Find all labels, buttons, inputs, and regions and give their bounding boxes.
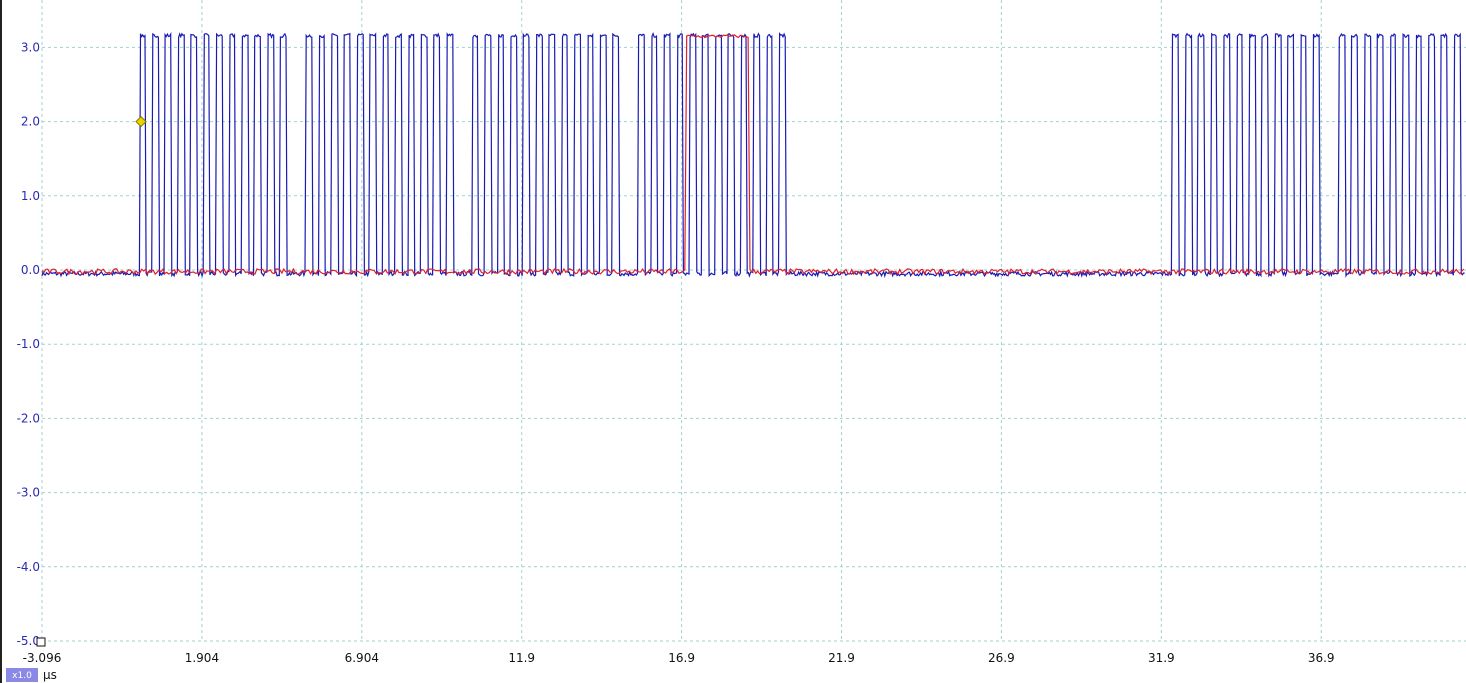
x-tick-label: 6.904 xyxy=(345,651,379,665)
y-tick-label: 1.0 xyxy=(21,189,40,203)
y-tick-label: -2.0 xyxy=(17,411,40,425)
zoom-label: x1.0 xyxy=(12,671,32,681)
y-tick-label: 0.0 xyxy=(21,263,40,277)
x-unit-label: μs xyxy=(43,668,57,682)
x-tick-label: 31.9 xyxy=(1148,651,1175,665)
y-tick-label: -1.0 xyxy=(17,337,40,351)
y-tick-label: 2.0 xyxy=(21,115,40,129)
x-tick-label: 16.9 xyxy=(668,651,695,665)
y-tick-label: 3.0 xyxy=(21,40,40,54)
y-tick-label: -5.0 xyxy=(17,634,40,648)
x-tick-label: 21.9 xyxy=(828,651,855,665)
x-tick-label: 36.9 xyxy=(1308,651,1335,665)
markers xyxy=(135,115,147,128)
traces xyxy=(41,31,1465,279)
x-tick-label: -3.096 xyxy=(23,651,62,665)
origin-marker[interactable] xyxy=(36,637,46,647)
x-tick-label: 11.9 xyxy=(508,651,535,665)
y-tick-label: -3.0 xyxy=(17,486,40,500)
y-axis: 3.0 2.0 1.0 0.0 -1.0 -2.0 -3.0 -4.0 -5.0 xyxy=(17,40,40,648)
series-line-1 xyxy=(41,31,1465,279)
oscilloscope-chart: 3.0 2.0 1.0 0.0 -1.0 -2.0 -3.0 -4.0 -5.0 -3.096 1… xyxy=(0,0,1466,683)
y-tick-label: -4.0 xyxy=(17,560,40,574)
x-tick-label: 26.9 xyxy=(988,651,1015,665)
x-axis: -3.096 1.904 6.904 11.9 16.9 21.9 26.9 31.9 36.9 xyxy=(23,651,1335,665)
trigger-marker[interactable] xyxy=(135,115,147,128)
x-tick-label: 1.904 xyxy=(185,651,219,665)
